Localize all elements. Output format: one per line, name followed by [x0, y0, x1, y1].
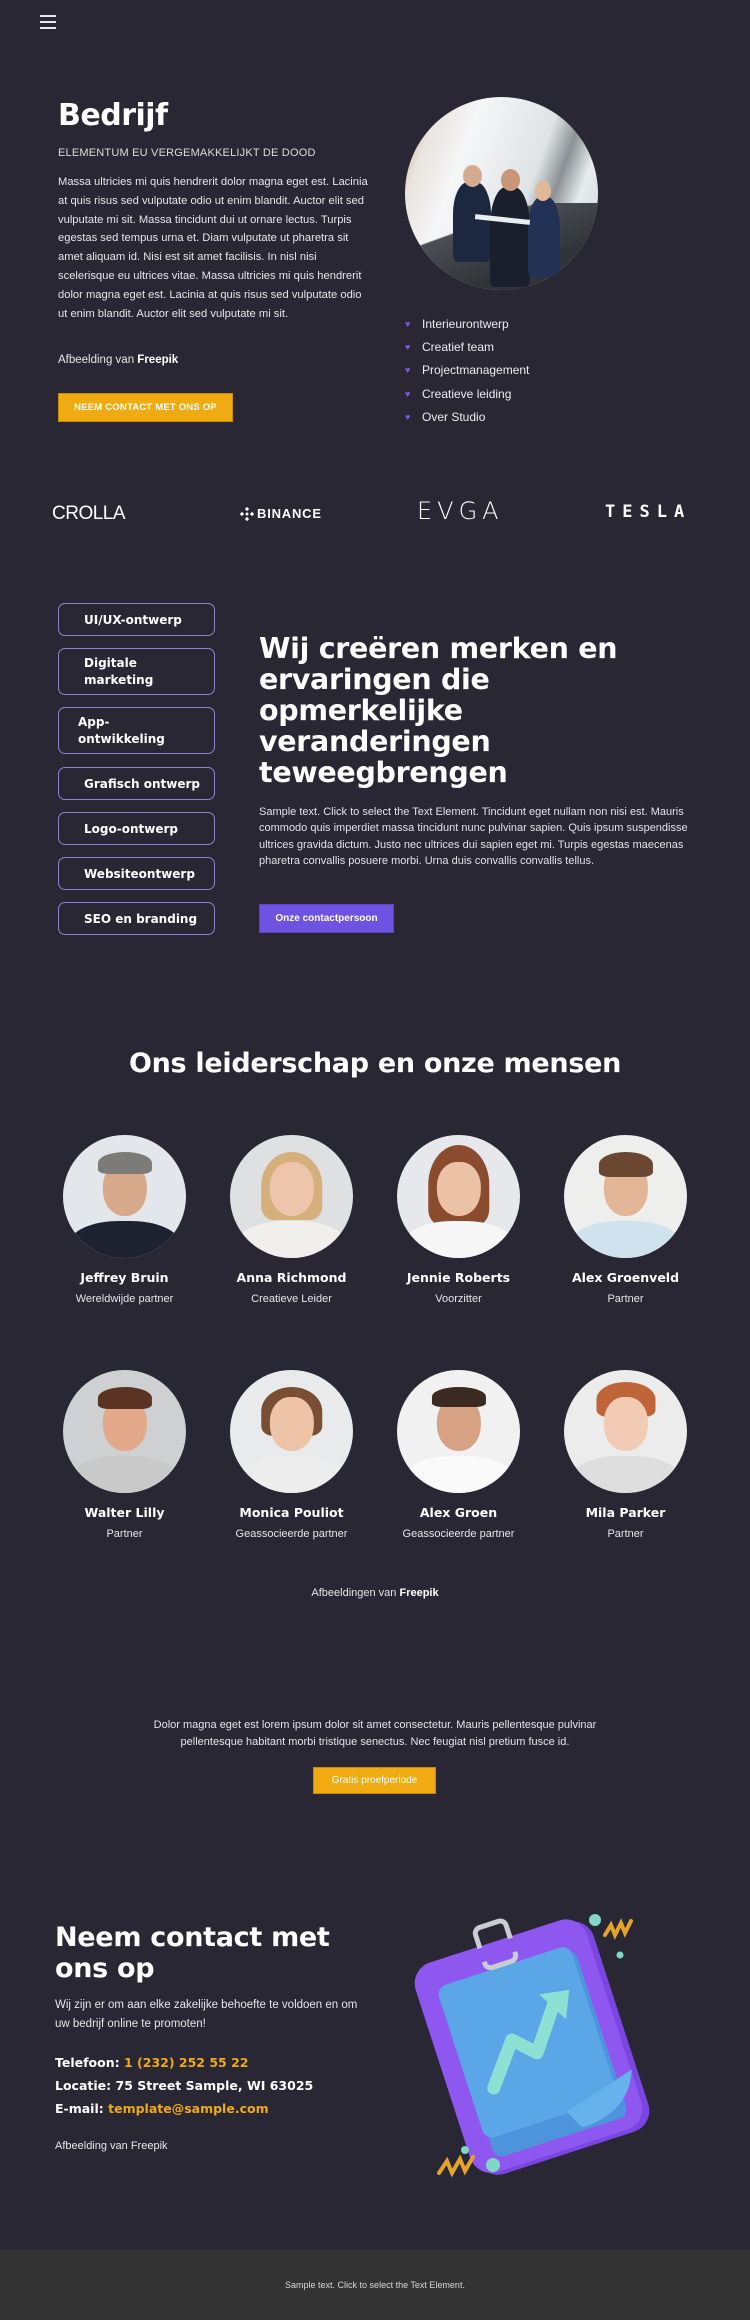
feature-item: ♥ Creatieve leiding — [405, 386, 512, 401]
member-role: Creatieve Leider — [251, 1293, 332, 1305]
logo-crolla: CROLLA — [52, 503, 126, 524]
free-trial-button[interactable]: Gratis proefperiode — [313, 1767, 436, 1794]
heart-icon: ♥ — [405, 318, 411, 329]
member-name: Jennie Roberts — [406, 1270, 511, 1285]
clipboard-growth-illustration — [414, 1914, 650, 2178]
member-role: Partner — [607, 1293, 644, 1305]
phone-link[interactable]: 1 (232) 252 55 22 — [124, 2055, 249, 2070]
member-role: Geassocieerde partner — [235, 1528, 348, 1540]
hamburger-icon-bar — [40, 15, 56, 17]
service-seo-branding[interactable]: SEO en branding — [58, 902, 215, 935]
service-ui-ux[interactable]: UI/UX-ontwerp — [58, 603, 215, 636]
member-role: Partner — [106, 1528, 143, 1540]
services-heading: Wij creëren merken en ervaringen die opm… — [259, 632, 618, 789]
team-member-card: Alex Groenveld Partner — [542, 1135, 709, 1305]
service-logo-design[interactable]: Logo-ontwerp — [58, 812, 215, 845]
avatar — [564, 1135, 687, 1258]
team-image-credit: Afbeeldingen van Freepik — [311, 1587, 439, 1599]
avatar — [63, 1370, 186, 1493]
member-name: Walter Lilly — [84, 1505, 165, 1520]
contact-phone: Telefoon: 1 (232) 252 55 22 — [55, 2055, 249, 2070]
member-name: Anna Richmond — [236, 1270, 347, 1285]
footer-text: Sample text. Click to select the Text El… — [285, 2280, 465, 2290]
email-link[interactable]: template@sample.com — [108, 2101, 268, 2116]
logo-tesla: TESLA — [605, 502, 692, 522]
footer: Sample text. Click to select the Text El… — [0, 2250, 750, 2320]
service-app-development[interactable]: App-ontwikkeling — [58, 707, 215, 754]
avatar — [397, 1370, 520, 1493]
services-body-text: Sample text. Click to select the Text El… — [259, 806, 688, 868]
logo-binance: BINANCE — [240, 506, 322, 521]
feature-list: ♥ Interieurontwerp ♥ Creatief team ♥ Projec… — [405, 312, 529, 429]
team-member-card: Mila Parker Partner — [542, 1370, 709, 1540]
heart-icon: ♥ — [405, 365, 411, 376]
service-digital-marketing[interactable]: Digitale marketing — [58, 648, 215, 695]
heart-icon: ♥ — [405, 388, 411, 399]
contact-image-credit: Afbeelding van Freepik — [55, 2140, 168, 2152]
heart-icon: ♥ — [405, 412, 411, 423]
credit-link[interactable]: Freepik — [399, 1587, 438, 1599]
feature-item: ♥ Interieurontwerp — [405, 316, 509, 331]
binance-diamond-icon — [240, 506, 254, 521]
member-role: Geassocieerde partner — [402, 1528, 515, 1540]
team-member-card: Monica Pouliot Geassocieerde partner — [208, 1370, 375, 1540]
hamburger-icon-bar — [40, 27, 56, 29]
avatar — [230, 1135, 353, 1258]
contact-body-text: Wij zijn er om aan elke zakelijke behoef… — [55, 1999, 358, 2030]
avatar — [63, 1135, 186, 1258]
contact-location: Locatie: 75 Street Sample, WI 63025 — [55, 2078, 314, 2093]
contact-us-button[interactable]: NEEM CONTACT MET ONS OP — [58, 393, 233, 422]
team-title: Ons leiderschap en onze mensen — [128, 1048, 622, 1079]
hero-title: Bedrijf — [58, 98, 168, 133]
team-member-card: Jeffrey Bruin Wereldwijde partner — [41, 1135, 208, 1305]
hero-team-photo — [405, 97, 598, 290]
team-member-card: Walter Lilly Partner — [41, 1370, 208, 1540]
hero-image-credit: Afbeelding van Freepik — [58, 354, 178, 366]
hamburger-menu-button[interactable] — [40, 15, 56, 29]
credit-prefix: Afbeelding van — [58, 354, 138, 366]
member-name: Jeffrey Bruin — [80, 1270, 169, 1285]
our-contact-button[interactable]: Onze contactpersoon — [259, 904, 394, 933]
avatar — [564, 1370, 687, 1493]
heart-icon: ♥ — [405, 342, 411, 353]
team-member-card: Alex Groen Geassocieerde partner — [375, 1370, 542, 1540]
member-role: Partner — [607, 1528, 644, 1540]
feature-item: ♥ Creatief team — [405, 340, 495, 355]
avatar — [397, 1135, 520, 1258]
logo-evga: EVGA — [417, 497, 504, 525]
contact-title: Neem contact met ons op — [55, 1922, 330, 1984]
member-name: Monica Pouliot — [239, 1505, 344, 1520]
hero-subtitle: ELEMENTUM EU VERGEMAKKELIJKT DE DOOD — [58, 147, 316, 159]
hero-body-text: Massa ultricies mi quis hendrerit dolor … — [58, 176, 368, 320]
hamburger-icon-bar — [40, 21, 56, 23]
contact-email: E-mail: template@sample.com — [55, 2101, 269, 2116]
feature-item: ♥ Over Studio — [405, 410, 486, 425]
team-member-card: Anna Richmond Creatieve Leider — [208, 1135, 375, 1305]
member-role: Wereldwijde partner — [75, 1293, 174, 1305]
service-website-design[interactable]: Websiteontwerp — [58, 857, 215, 890]
avatar — [230, 1370, 353, 1493]
credit-link[interactable]: Freepik — [137, 354, 178, 366]
feature-item: ♥ Projectmanagement — [405, 363, 530, 378]
team-member-card: Jennie Roberts Voorzitter — [375, 1135, 542, 1305]
member-name: Alex Groenveld — [571, 1270, 680, 1285]
cta-body-text: Dolor magna eget est lorem ipsum dolor s… — [153, 1719, 597, 1748]
member-role: Voorzitter — [435, 1293, 482, 1305]
member-name: Alex Groen — [419, 1505, 498, 1520]
member-name: Mila Parker — [585, 1505, 666, 1520]
service-graphic-design[interactable]: Grafisch ontwerp — [58, 767, 215, 800]
